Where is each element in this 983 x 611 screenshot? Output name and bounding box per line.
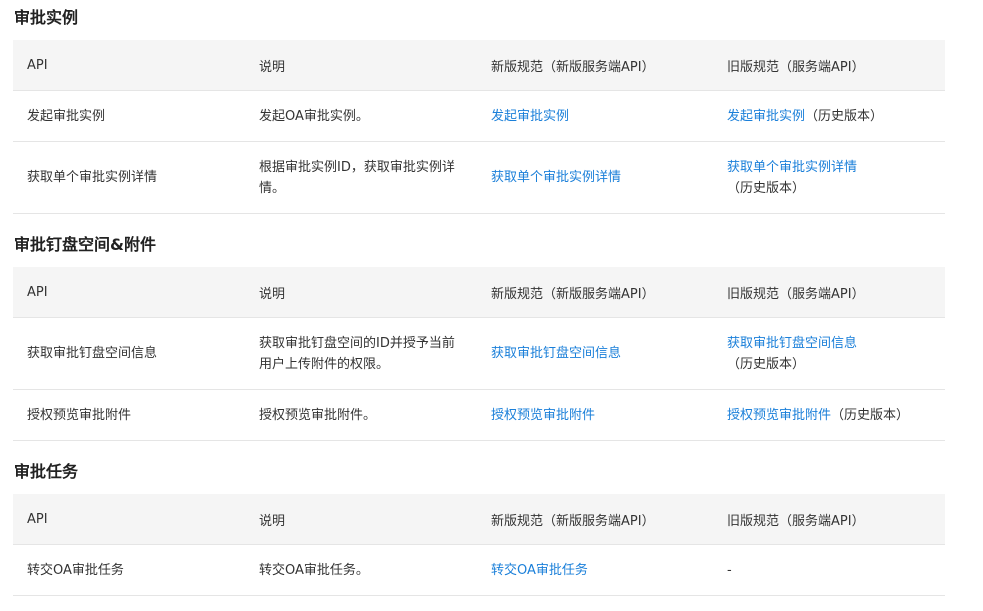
new-api-link[interactable]: 转交OA审批任务 — [491, 563, 588, 578]
cell-new: 授权预览审批附件 — [477, 389, 713, 441]
table-row: 发起审批实例 发起OA审批实例。 发起审批实例 发起审批实例（历史版本） — [13, 90, 945, 142]
api-table: API 说明 新版规范（新版服务端API） 旧版规范（服务端API） 发起审批实… — [13, 40, 945, 214]
history-note: （历史版本） — [727, 180, 806, 196]
cell-desc: 根据审批实例ID，获取审批实例详情。 — [245, 141, 477, 214]
cell-desc: 发起OA审批实例。 — [245, 90, 477, 142]
new-api-link[interactable]: 授权预览审批附件 — [491, 408, 595, 423]
header-desc: 说明 — [245, 494, 477, 545]
api-doc-page: 审批实例 API 说明 新版规范（新版服务端API） 旧版规范（服务端API） … — [0, 0, 983, 611]
header-new: 新版规范（新版服务端API） — [477, 494, 713, 545]
new-api-link[interactable]: 获取审批钉盘空间信息 — [491, 346, 621, 361]
cell-old: 发起审批实例（历史版本） — [713, 90, 945, 142]
section-title: 审批实例 — [14, 8, 79, 27]
old-api-dash: - — [727, 562, 732, 578]
cell-desc: 获取审批钉盘空间的ID并授予当前用户上传附件的权限。 — [245, 317, 477, 390]
cell-desc: 转交OA审批任务。 — [245, 544, 477, 596]
history-note: （历史版本） — [831, 407, 910, 423]
cell-old: 获取单个审批实例详情 （历史版本） — [713, 141, 945, 214]
header-old: 旧版规范（服务端API） — [713, 267, 945, 318]
cell-api: 发起审批实例 — [13, 90, 245, 142]
table-header-row: API 说明 新版规范（新版服务端API） 旧版规范（服务端API） — [13, 40, 945, 91]
cell-api: 获取审批钉盘空间信息 — [13, 317, 245, 390]
history-note: （历史版本） — [805, 108, 884, 124]
cell-new: 获取单个审批实例详情 — [477, 141, 713, 214]
section-title: 审批钉盘空间&附件 — [14, 235, 156, 254]
table-row: 获取审批钉盘空间信息 获取审批钉盘空间的ID并授予当前用户上传附件的权限。 获取… — [13, 317, 945, 390]
api-table: API 说明 新版规范（新版服务端API） 旧版规范（服务端API） 转交OA审… — [13, 494, 945, 596]
header-api: API — [13, 267, 245, 318]
header-api: API — [13, 494, 245, 545]
cell-old: 授权预览审批附件（历史版本） — [713, 389, 945, 441]
cell-api: 授权预览审批附件 — [13, 389, 245, 441]
old-api-link[interactable]: 获取审批钉盘空间信息 — [727, 336, 857, 351]
cell-api: 转交OA审批任务 — [13, 544, 245, 596]
header-new: 新版规范（新版服务端API） — [477, 267, 713, 318]
api-table: API 说明 新版规范（新版服务端API） 旧版规范（服务端API） 获取审批钉… — [13, 267, 945, 441]
cell-old: 获取审批钉盘空间信息 （历史版本） — [713, 317, 945, 390]
new-api-link[interactable]: 发起审批实例 — [491, 109, 569, 124]
table-header-row: API 说明 新版规范（新版服务端API） 旧版规范（服务端API） — [13, 494, 945, 545]
table-row: 获取单个审批实例详情 根据审批实例ID，获取审批实例详情。 获取单个审批实例详情… — [13, 141, 945, 214]
new-api-link[interactable]: 获取单个审批实例详情 — [491, 170, 621, 185]
header-desc: 说明 — [245, 267, 477, 318]
cell-new: 获取审批钉盘空间信息 — [477, 317, 713, 390]
cell-desc: 授权预览审批附件。 — [245, 389, 477, 441]
history-note: （历史版本） — [727, 356, 806, 372]
cell-new: 转交OA审批任务 — [477, 544, 713, 596]
header-desc: 说明 — [245, 40, 477, 91]
header-api: API — [13, 40, 245, 91]
old-api-link[interactable]: 发起审批实例 — [727, 109, 805, 124]
table-row: 授权预览审批附件 授权预览审批附件。 授权预览审批附件 授权预览审批附件（历史版… — [13, 389, 945, 441]
header-old: 旧版规范（服务端API） — [713, 40, 945, 91]
cell-old: - — [713, 544, 945, 596]
table-row: 转交OA审批任务 转交OA审批任务。 转交OA审批任务 - — [13, 544, 945, 596]
header-old: 旧版规范（服务端API） — [713, 494, 945, 545]
cell-api: 获取单个审批实例详情 — [13, 141, 245, 214]
header-new: 新版规范（新版服务端API） — [477, 40, 713, 91]
old-api-link[interactable]: 授权预览审批附件 — [727, 408, 831, 423]
old-api-link[interactable]: 获取单个审批实例详情 — [727, 160, 857, 175]
table-header-row: API 说明 新版规范（新版服务端API） 旧版规范（服务端API） — [13, 267, 945, 318]
section-title: 审批任务 — [14, 462, 79, 481]
cell-new: 发起审批实例 — [477, 90, 713, 142]
